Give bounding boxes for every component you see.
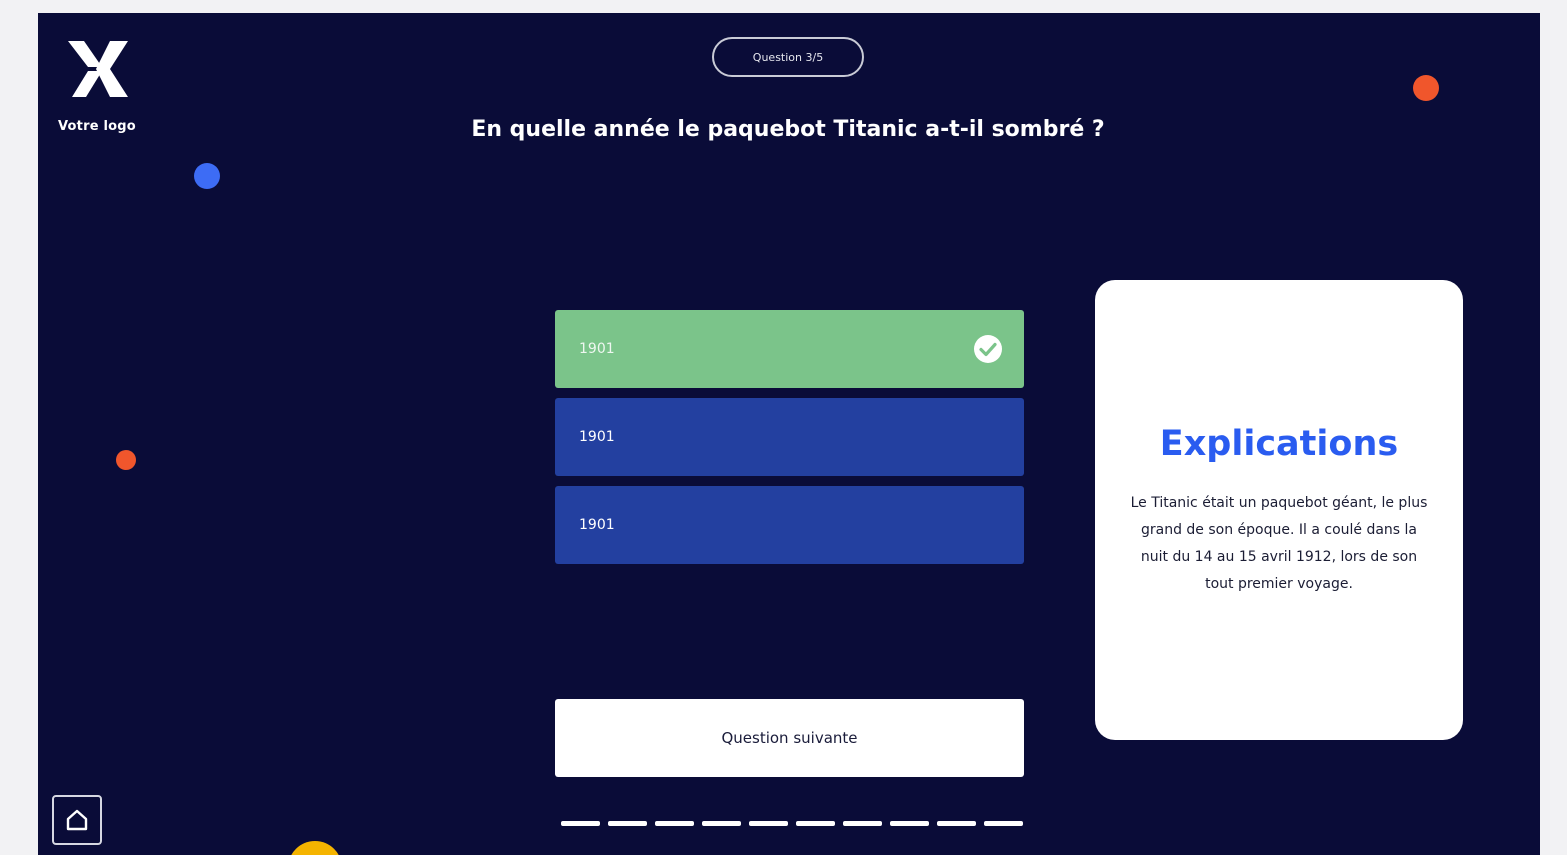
decorative-dot-yellow <box>288 841 342 855</box>
decorative-dot-orange <box>1413 75 1439 101</box>
check-circle-icon <box>974 335 1002 363</box>
progress-segment <box>749 821 788 826</box>
question-title: En quelle année le paquebot Titanic a-t-… <box>471 117 1105 142</box>
progress-bar <box>561 821 1023 826</box>
answer-label: 1901 <box>579 341 615 357</box>
progress-segment <box>890 821 929 826</box>
quiz-screen: Votre logo Question 3/5 En quelle année … <box>38 13 1540 855</box>
explanation-title: Explications <box>1159 424 1399 464</box>
progress-segment <box>702 821 741 826</box>
progress-segment <box>655 821 694 826</box>
progress-segment <box>608 821 647 826</box>
explanation-text: Le Titanic était un paquebot géant, le p… <box>1130 495 1428 592</box>
answer-option[interactable]: 1901 <box>555 486 1024 564</box>
decorative-dot-orange-small <box>116 450 136 470</box>
answer-label: 1901 <box>579 429 615 445</box>
x-logo-icon <box>68 41 128 97</box>
home-icon <box>66 809 88 831</box>
decorative-dot-blue <box>194 163 220 189</box>
answer-option-correct[interactable]: 1901 <box>555 310 1024 388</box>
question-counter: Question 3/5 <box>712 37 864 77</box>
home-button[interactable] <box>52 795 102 845</box>
logo-text: Votre logo <box>58 119 136 134</box>
explanation-card: Explications Le Titanic était un paquebo… <box>1095 280 1463 740</box>
progress-segment <box>796 821 835 826</box>
progress-segment <box>561 821 600 826</box>
next-question-button[interactable]: Question suivante <box>555 699 1024 777</box>
progress-segment <box>937 821 976 826</box>
progress-segment <box>843 821 882 826</box>
progress-segment <box>984 821 1023 826</box>
answer-label: 1901 <box>579 517 615 533</box>
answer-option[interactable]: 1901 <box>555 398 1024 476</box>
